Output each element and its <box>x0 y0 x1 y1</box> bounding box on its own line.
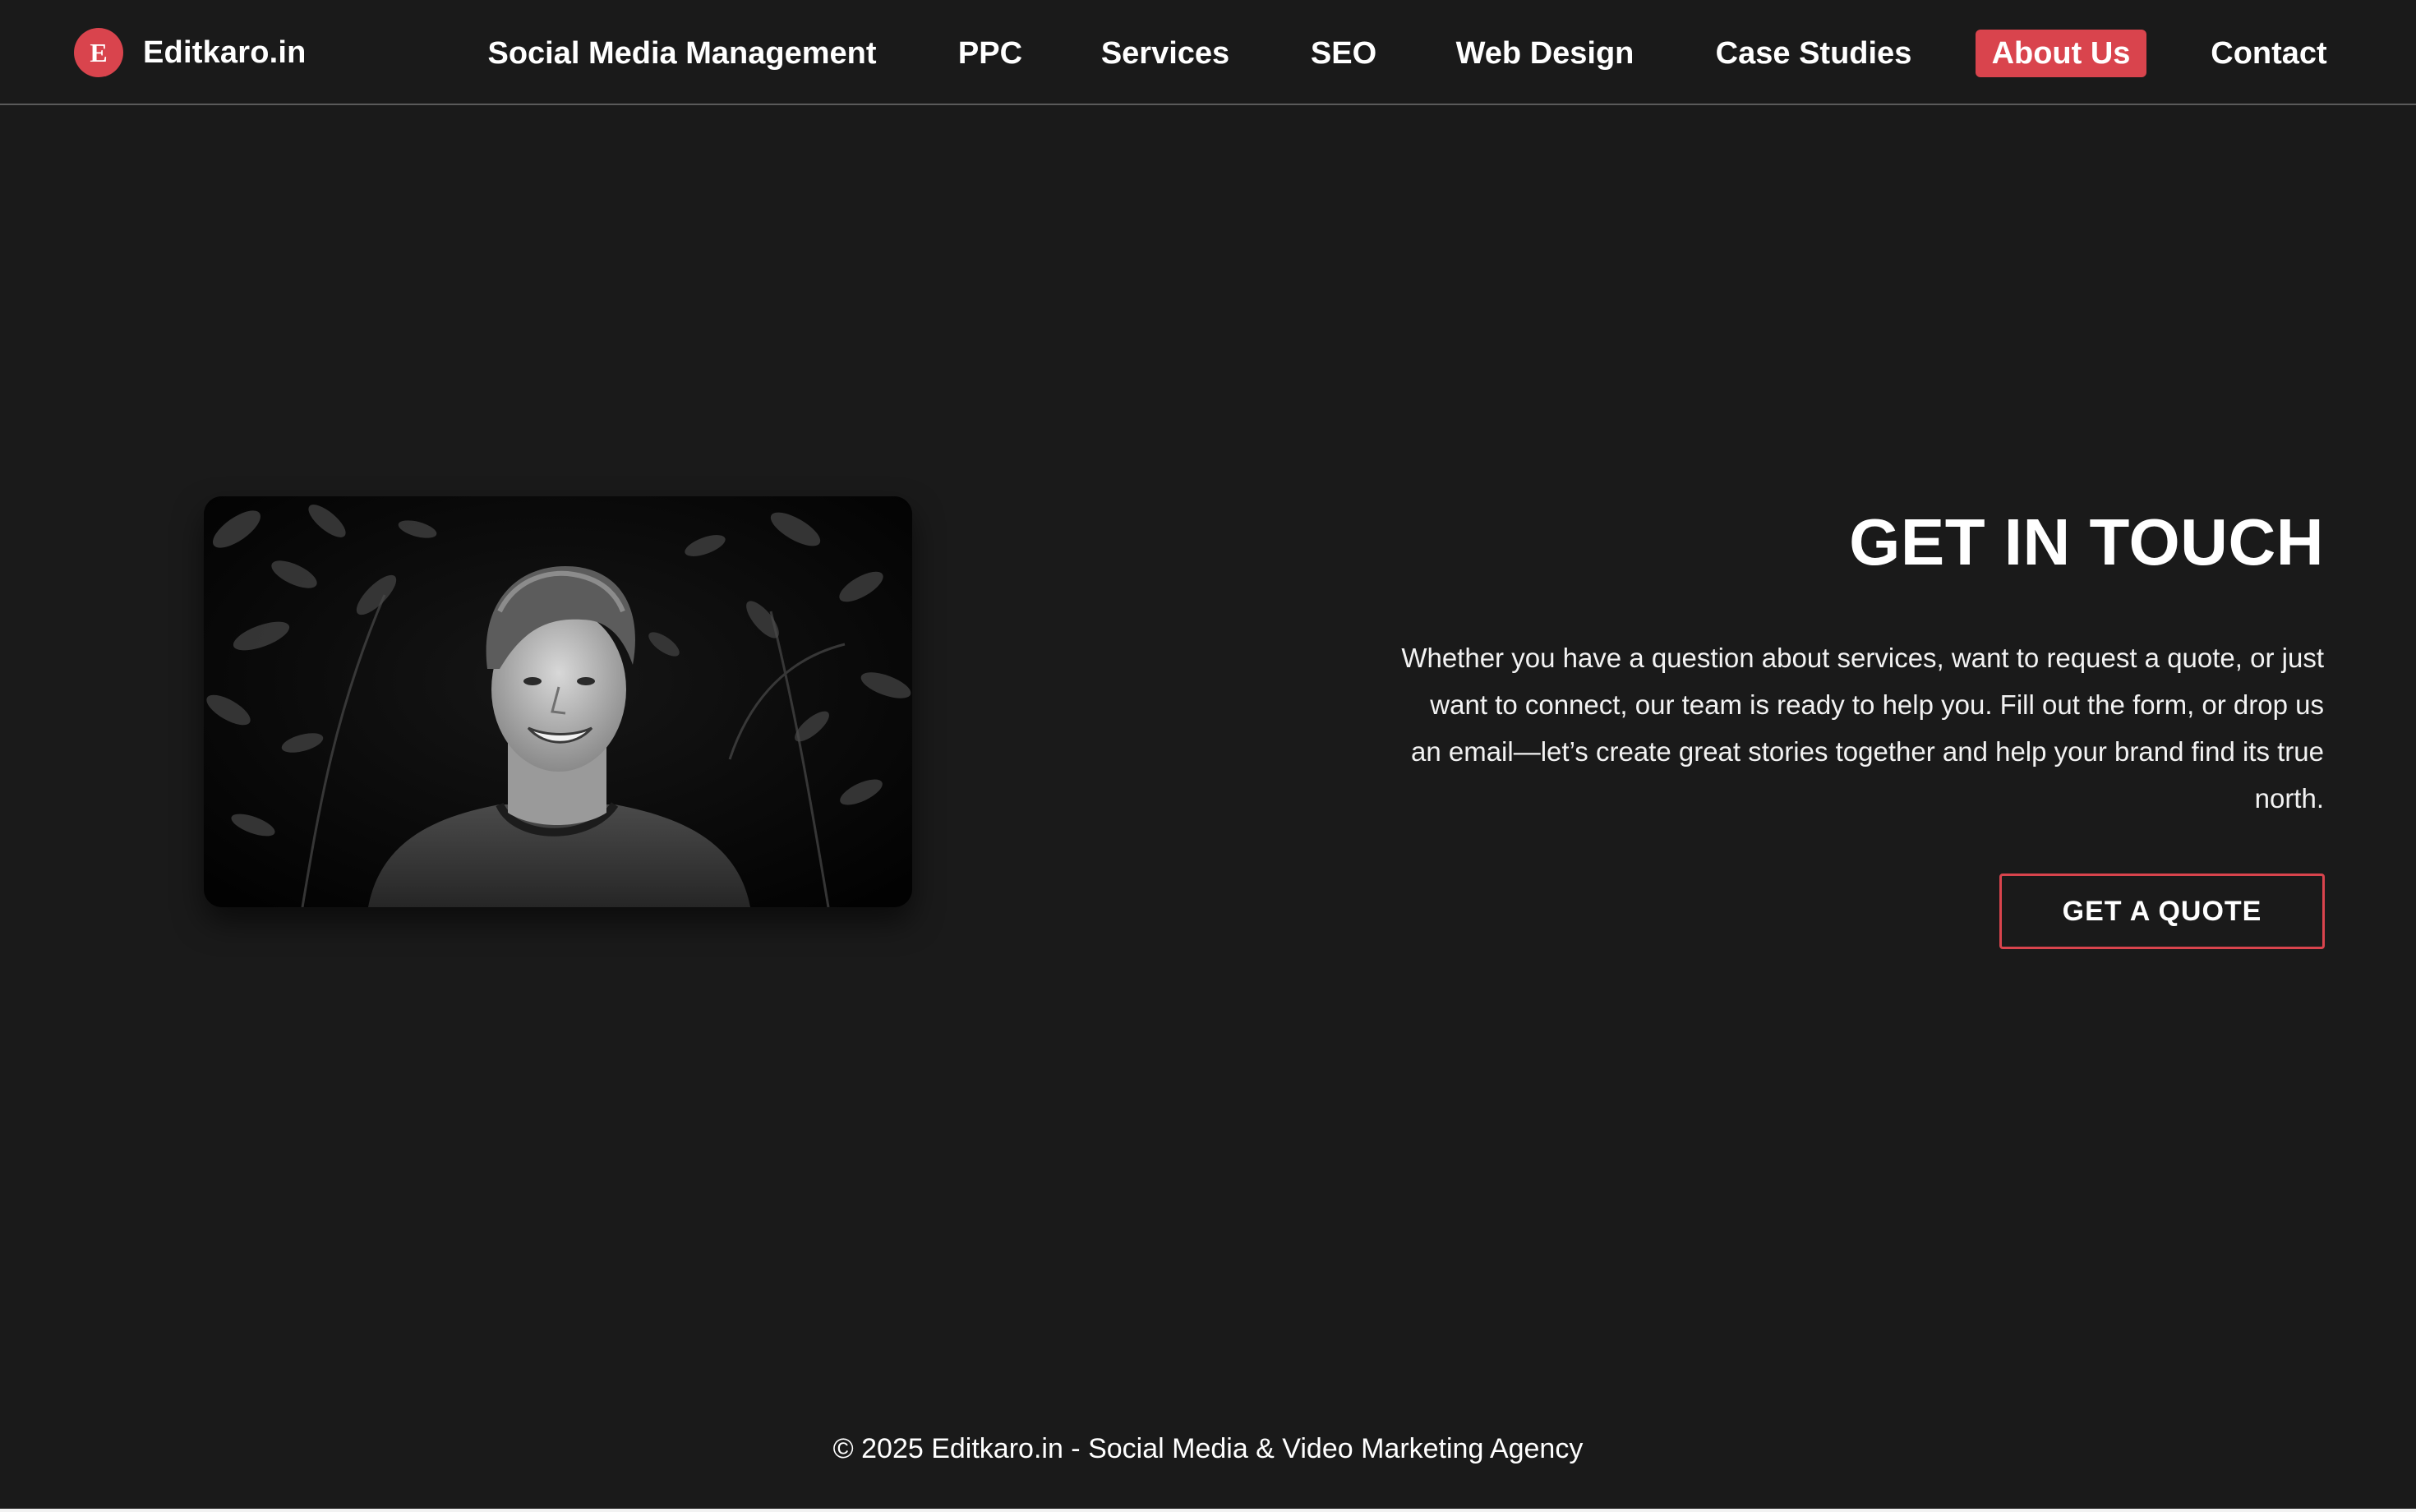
page-title: GET IN TOUCH <box>1849 505 2324 579</box>
footer-copyright: © 2025 Editkaro.in - Social Media & Vide… <box>832 1433 1584 1464</box>
brand-name: Editkaro.in <box>143 35 307 70</box>
nav-ppc[interactable]: PPC <box>953 30 1027 77</box>
hero-description: Whether you have a question about servic… <box>1401 643 2324 814</box>
brand-logo-icon: E <box>74 28 123 77</box>
nav-about-us[interactable]: About Us <box>1976 30 2146 77</box>
nav-services[interactable]: Services <box>1099 30 1232 77</box>
portrait-illustration <box>204 496 912 907</box>
get-a-quote-button[interactable]: GET A QUOTE <box>1999 874 2325 949</box>
nav-social-media-management[interactable]: Social Media Management <box>485 30 879 77</box>
nav-contact[interactable]: Contact <box>2208 30 2330 77</box>
bottom-divider <box>0 1509 2416 1512</box>
site-header: E Editkaro.in Social Media Management PP… <box>0 0 2416 105</box>
portrait-photo <box>204 496 912 907</box>
page: E Editkaro.in Social Media Management PP… <box>0 0 2416 1512</box>
nav-case-studies[interactable]: Case Studies <box>1713 30 1915 77</box>
nav-seo[interactable]: SEO <box>1307 30 1380 77</box>
brand-link[interactable]: E Editkaro.in <box>74 28 307 77</box>
nav-web-design[interactable]: Web Design <box>1453 30 1637 77</box>
